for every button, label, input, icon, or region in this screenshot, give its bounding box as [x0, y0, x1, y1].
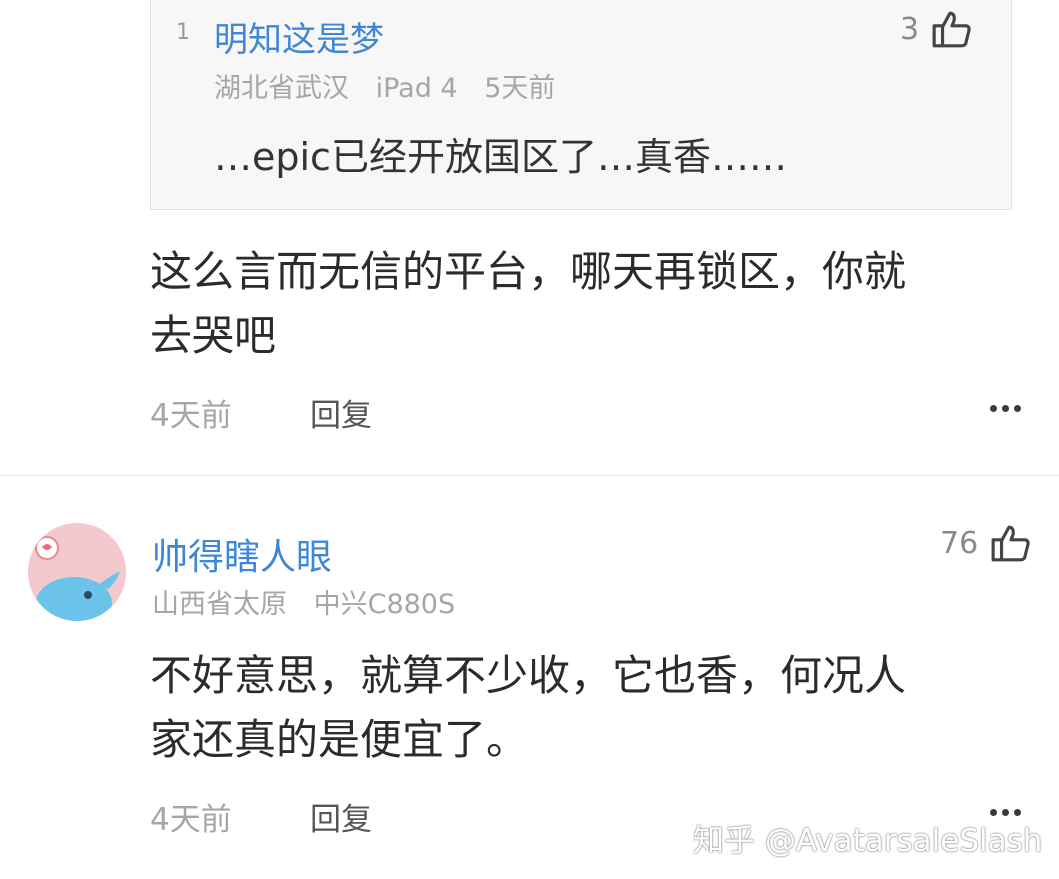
reply-text-line2: 去哭吧 [150, 311, 277, 360]
quote-location: 湖北省武汉 [214, 73, 349, 104]
quote-device: iPad 4 [375, 73, 458, 104]
reply-text: 这么言而无信的平台，哪天再锁区，你就 去哭吧 [150, 240, 906, 368]
watermark: 知乎 @AvatarsaleSlash [693, 823, 1043, 859]
comment-text-line2: 家还真的是便宜了。 [150, 715, 529, 764]
thumbs-up-icon [990, 522, 1032, 564]
quote-author-name[interactable]: 明知这是梦 [214, 12, 384, 61]
comment-like-button[interactable]: 76 [940, 522, 1032, 564]
comment-meta: 山西省太原 中兴C880S [152, 582, 473, 621]
comment-like-count: 76 [940, 525, 979, 561]
comment-time: 4天前 [150, 802, 232, 838]
comment-divider [0, 475, 1059, 476]
quote-like-count: 3 [900, 11, 920, 47]
quote-index: 1 [176, 20, 190, 45]
comment-text: 不好意思，就算不少收，它也香，何况人 家还真的是便宜了。 [150, 644, 906, 772]
comment-location: 山西省太原 [152, 589, 287, 620]
comment-device: 中兴C880S [313, 589, 456, 620]
comment-author-name[interactable]: 帅得瞎人眼 [152, 528, 332, 580]
quote-meta: 湖北省武汉 iPad 4 5天前 [214, 66, 573, 105]
comment-reply-button[interactable]: 回复 [310, 794, 372, 839]
avatar[interactable] [28, 523, 126, 621]
reply-button[interactable]: 回复 [310, 390, 372, 435]
quote-like-button[interactable]: 3 [900, 8, 973, 50]
quote-time: 5天前 [484, 73, 556, 104]
comment-text-line1: 不好意思，就算不少收，它也香，何况人 [150, 651, 907, 700]
reply-time: 4天前 [150, 398, 232, 434]
reply-text-line1: 这么言而无信的平台，哪天再锁区，你就 [150, 247, 907, 296]
thumbs-up-icon [931, 8, 973, 50]
quote-text: …epic已经开放国区了…真香…… [214, 135, 787, 179]
more-dots-icon[interactable] [990, 405, 1021, 412]
